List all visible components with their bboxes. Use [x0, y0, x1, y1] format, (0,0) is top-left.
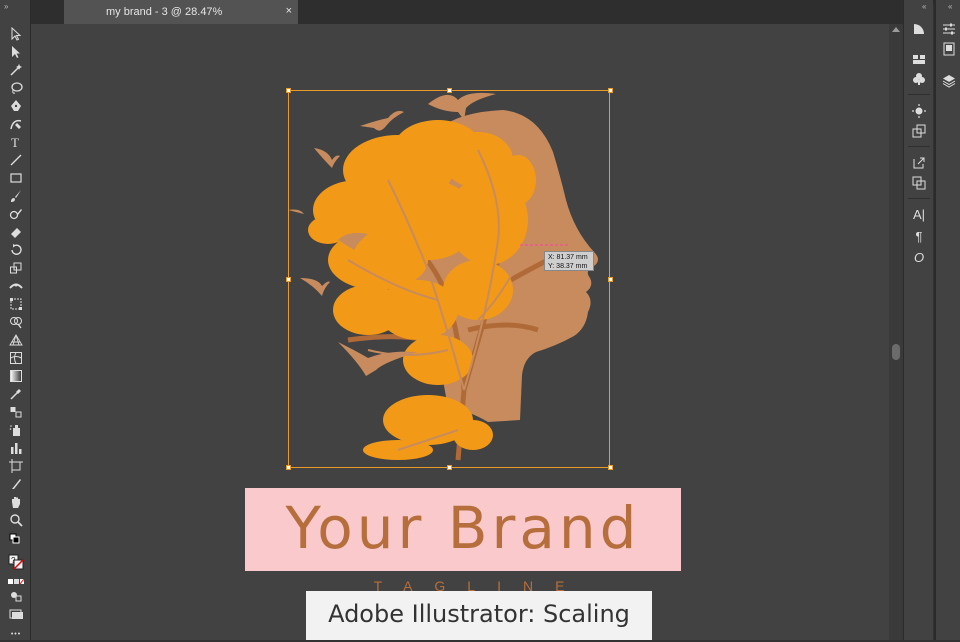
panel-separator — [908, 198, 930, 199]
transform-panel-icon[interactable] — [910, 122, 928, 140]
svg-text:T: T — [11, 135, 19, 149]
blend-tool-icon[interactable] — [7, 404, 25, 420]
layers-panel-icon[interactable] — [940, 72, 958, 90]
brand-text: Your Brand — [285, 494, 641, 562]
readout-x: X: 81.37 mm — [548, 254, 588, 261]
properties-panel-icon[interactable] — [940, 20, 958, 38]
default-colors-icon[interactable] — [7, 532, 25, 548]
vertical-scrollbar[interactable] — [889, 24, 903, 640]
mesh-tool-icon[interactable] — [7, 350, 25, 366]
caption-label: Adobe Illustrator: Scaling — [306, 591, 652, 640]
color-panel-icon[interactable] — [910, 20, 928, 38]
brightness-panel-icon[interactable] — [910, 102, 928, 120]
paragraph-panel-icon[interactable]: ¶ — [910, 227, 928, 245]
paintbrush-tool-icon[interactable] — [7, 188, 25, 204]
type-tool-icon[interactable]: T — [7, 134, 25, 150]
handle-middle-right[interactable] — [608, 277, 613, 282]
handle-top-center[interactable] — [447, 88, 452, 93]
column-graph-tool-icon[interactable] — [7, 440, 25, 456]
perspective-grid-tool-icon[interactable] — [7, 332, 25, 348]
pen-tool-icon[interactable] — [7, 98, 25, 114]
gradient-tool-icon[interactable] — [7, 368, 25, 384]
pathfinder-panel-icon[interactable] — [910, 174, 928, 192]
document-tab-bar: my brand - 3 @ 28.47% × — [31, 0, 905, 24]
position-readout-tooltip: X: 81.37 mm Y: 38.37 mm — [544, 251, 594, 271]
selection-tool-icon[interactable] — [7, 26, 25, 42]
opentype-panel-icon[interactable]: O — [910, 248, 928, 266]
document-tab[interactable]: my brand - 3 @ 28.47% × — [64, 0, 298, 24]
zoom-tool-icon[interactable] — [7, 512, 25, 528]
export-panel-icon[interactable] — [910, 154, 928, 172]
rectangle-tool-icon[interactable] — [7, 170, 25, 186]
panel-grip[interactable]: « — [922, 2, 926, 11]
panel-separator — [908, 94, 930, 95]
handle-top-right[interactable] — [608, 88, 613, 93]
handle-middle-left[interactable] — [286, 277, 291, 282]
curvature-tool-icon[interactable] — [7, 116, 25, 132]
panel-dock-properties: « — [934, 0, 960, 640]
character-panel-icon[interactable]: A| — [910, 205, 928, 223]
hand-tool-icon[interactable] — [7, 494, 25, 510]
rotate-tool-icon[interactable] — [7, 242, 25, 258]
direct-selection-tool-icon[interactable] — [7, 44, 25, 60]
symbol-sprayer-tool-icon[interactable] — [7, 422, 25, 438]
readout-y: Y: 38.37 mm — [548, 263, 588, 270]
shape-builder-tool-icon[interactable] — [7, 314, 25, 330]
magic-wand-tool-icon[interactable] — [7, 62, 25, 78]
handle-bottom-center[interactable] — [447, 465, 452, 470]
slice-tool-icon[interactable] — [7, 476, 25, 492]
handle-bottom-right[interactable] — [608, 465, 613, 470]
panel-dock-icons: « A| ¶ O — [903, 0, 933, 640]
width-tool-icon[interactable] — [7, 278, 25, 294]
drawing-mode-icon[interactable] — [7, 588, 25, 604]
panel-separator — [908, 146, 930, 147]
brand-text-box[interactable]: Your Brand — [245, 488, 681, 571]
scale-tool-icon[interactable] — [7, 260, 25, 276]
artboard-tool-icon[interactable] — [7, 458, 25, 474]
screen-mode-icon[interactable] — [7, 606, 25, 622]
fill-stroke-swatch-icon[interactable]: ? — [7, 552, 25, 572]
scroll-up-arrow-icon[interactable] — [892, 27, 900, 32]
libraries-panel-icon[interactable] — [940, 40, 958, 58]
tools-panel: » T ? ••• — [0, 0, 31, 640]
selection-bounding-box[interactable] — [288, 90, 610, 468]
eyedropper-tool-icon[interactable] — [7, 386, 25, 402]
close-tab-icon[interactable]: × — [286, 5, 292, 17]
symbols-panel-icon[interactable] — [910, 70, 928, 88]
handle-bottom-left[interactable] — [286, 465, 291, 470]
scroll-thumb[interactable] — [892, 344, 900, 360]
eraser-tool-icon[interactable] — [7, 224, 25, 240]
shaper-tool-icon[interactable] — [7, 206, 25, 222]
lasso-tool-icon[interactable] — [7, 80, 25, 96]
line-segment-tool-icon[interactable] — [7, 152, 25, 168]
panel-grip[interactable]: « — [948, 2, 952, 11]
swatches-panel-icon[interactable] — [910, 50, 928, 68]
free-transform-tool-icon[interactable] — [7, 296, 25, 312]
toolbar-grip[interactable]: » — [4, 3, 8, 11]
handle-top-left[interactable] — [286, 88, 291, 93]
document-tab-title: my brand - 3 @ 28.47% — [106, 6, 223, 18]
